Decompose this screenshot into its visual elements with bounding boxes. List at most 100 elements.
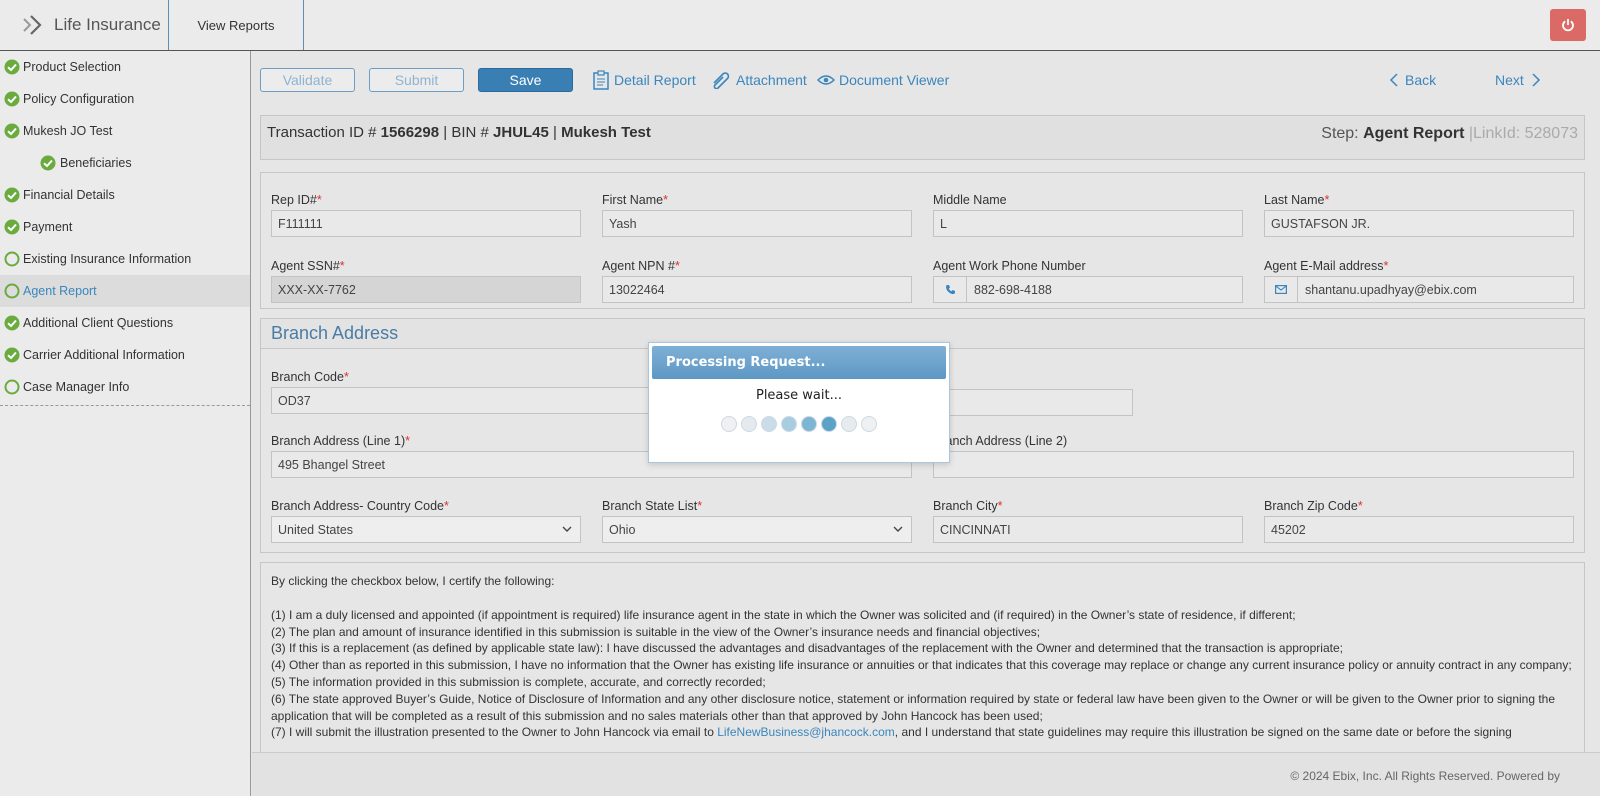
back-label: Back bbox=[1405, 72, 1437, 88]
document-viewer-link[interactable]: Document Viewer bbox=[817, 68, 949, 92]
rep-id-input[interactable]: F111111 bbox=[271, 210, 581, 237]
email-input[interactable]: shantanu.upadhyay@ebix.com bbox=[1264, 276, 1574, 303]
check-circle-icon bbox=[4, 187, 20, 203]
check-circle-icon bbox=[4, 91, 20, 107]
rep-id-field: Rep ID#* F111111 bbox=[271, 193, 581, 237]
sidebar-item-additional-client-questions[interactable]: Additional Client Questions bbox=[0, 307, 250, 339]
ssn-label: Agent SSN#* bbox=[271, 259, 345, 273]
chevron-left-icon bbox=[1389, 73, 1398, 87]
sidebar-item-label: Policy Configuration bbox=[23, 92, 135, 106]
empty-circle-icon bbox=[4, 283, 20, 299]
chevron-down-icon bbox=[893, 526, 903, 532]
transaction-info-bar: Transaction ID # 1566298 | BIN # JHUL45 … bbox=[260, 115, 1585, 160]
sidebar-item-mukesh-jo-test[interactable]: Mukesh JO Test bbox=[0, 115, 250, 147]
branch-city-input[interactable]: CINCINNATI bbox=[933, 516, 1243, 543]
sidebar-item-existing-insurance[interactable]: Existing Insurance Information bbox=[0, 243, 250, 275]
email-field: Agent E-Mail address* shantanu.upadhyay@… bbox=[1264, 259, 1574, 303]
loading-dot bbox=[781, 416, 797, 432]
bin-value: JHUL45 bbox=[493, 124, 549, 141]
save-button[interactable]: Save bbox=[478, 68, 573, 92]
branch-country-label: Branch Address- Country Code* bbox=[271, 499, 449, 513]
sidebar-divider bbox=[0, 405, 250, 406]
power-icon bbox=[1562, 19, 1574, 32]
footer: © 2024 Ebix, Inc. All Rights Reserved. P… bbox=[252, 752, 1600, 796]
last-name-label: Last Name* bbox=[1264, 193, 1330, 207]
branch-state-select[interactable]: Ohio bbox=[602, 516, 912, 543]
loading-dot bbox=[861, 416, 877, 432]
branch-zip-field: Branch Zip Code* 45202 bbox=[1264, 499, 1574, 543]
sidebar-item-financial-details[interactable]: Financial Details bbox=[0, 179, 250, 211]
empty-circle-icon bbox=[4, 251, 20, 267]
loading-dot bbox=[741, 416, 757, 432]
branch-country-field: Branch Address- Country Code* United Sta… bbox=[271, 499, 581, 543]
attachment-link[interactable]: Attachment bbox=[710, 68, 807, 92]
branch-zip-input[interactable]: 45202 bbox=[1264, 516, 1574, 543]
branch-city-field: Branch City* CINCINNATI bbox=[933, 499, 1243, 543]
chevron-down-icon bbox=[562, 526, 572, 532]
document-viewer-label: Document Viewer bbox=[839, 72, 950, 88]
branch-line2-input[interactable] bbox=[933, 451, 1574, 478]
detail-report-link[interactable]: Detail Report bbox=[592, 68, 696, 92]
chevrons-logo-icon bbox=[23, 15, 42, 35]
sidebar-item-agent-report[interactable]: Agent Report bbox=[0, 275, 250, 307]
sidebar-item-label: Financial Details bbox=[23, 188, 115, 202]
view-reports-link[interactable]: View Reports bbox=[169, 0, 304, 50]
branch-line2-field: Branch Address (Line 2) bbox=[933, 434, 1574, 478]
first-name-field: First Name* Yash bbox=[602, 193, 912, 237]
validate-button[interactable]: Validate bbox=[260, 68, 355, 92]
last-name-field: Last Name* GUSTAFSON JR. bbox=[1264, 193, 1574, 237]
step-name: Agent Report bbox=[1363, 125, 1465, 142]
phone-input[interactable]: 882-698-4188 bbox=[933, 276, 1243, 303]
agent-panel: Rep ID#* F111111 First Name* Yash Middle… bbox=[260, 172, 1585, 309]
sidebar-item-payment[interactable]: Payment bbox=[0, 211, 250, 243]
branch-country-select[interactable]: United States bbox=[271, 516, 581, 543]
logout-button[interactable] bbox=[1550, 9, 1586, 41]
first-name-input[interactable]: Yash bbox=[602, 210, 912, 237]
cert-intro: By clicking the checkbox below, I certif… bbox=[271, 574, 555, 588]
modal-message: Please wait... bbox=[755, 388, 843, 403]
npn-input[interactable]: 13022464 bbox=[602, 276, 912, 303]
certification-panel: By clicking the checkbox below, I certif… bbox=[260, 562, 1585, 752]
app-name: Life Insurance bbox=[54, 15, 161, 34]
back-link[interactable]: Back bbox=[1389, 68, 1436, 92]
cert-item: (3) If this is a replacement (as defined… bbox=[271, 641, 1343, 656]
app-header: Life Insurance View Reports bbox=[0, 0, 1600, 51]
sidebar-item-product-selection[interactable]: Product Selection bbox=[0, 51, 250, 83]
branch-code-label: Branch Code* bbox=[271, 370, 349, 384]
branch-state-label: Branch State List* bbox=[602, 499, 703, 513]
check-circle-icon bbox=[40, 155, 56, 171]
transaction-label: Transaction ID # bbox=[267, 124, 377, 141]
middle-name-input[interactable]: L bbox=[933, 210, 1243, 237]
branch-code-input[interactable]: OD37 bbox=[271, 387, 671, 414]
sidebar-item-policy-configuration[interactable]: Policy Configuration bbox=[0, 83, 250, 115]
client-name: Mukesh Test bbox=[561, 124, 651, 141]
phone-icon bbox=[934, 277, 967, 302]
loading-dot bbox=[841, 416, 857, 432]
loading-dot bbox=[821, 416, 837, 432]
sidebar-item-label: Product Selection bbox=[23, 60, 121, 74]
sidebar-item-beneficiaries[interactable]: Beneficiaries bbox=[0, 147, 250, 179]
sidebar-item-label: Case Manager Info bbox=[23, 380, 130, 394]
check-circle-icon bbox=[4, 347, 20, 363]
cert-item: (4) Other than as reported in this submi… bbox=[271, 658, 1572, 673]
email-link[interactable]: LifeNewBusiness@jhancock.com bbox=[717, 725, 895, 739]
chevron-right-icon bbox=[1532, 73, 1540, 87]
next-link[interactable]: Next bbox=[1495, 68, 1545, 92]
sidebar-item-case-manager-info[interactable]: Case Manager Info bbox=[0, 371, 250, 403]
first-name-label: First Name* bbox=[602, 193, 668, 207]
last-name-input[interactable]: GUSTAFSON JR. bbox=[1264, 210, 1574, 237]
ssn-field: Agent SSN#* XXX-XX-7762 bbox=[271, 259, 581, 303]
sidebar-item-carrier-additional-info[interactable]: Carrier Additional Information bbox=[0, 339, 250, 371]
sidebar-item-label: Carrier Additional Information bbox=[23, 348, 185, 362]
toolbar: Validate Submit Save Detail Report Attac… bbox=[252, 51, 1600, 103]
loading-dot bbox=[761, 416, 777, 432]
submit-button[interactable]: Submit bbox=[369, 68, 464, 92]
branch-extra-input[interactable] bbox=[933, 389, 1133, 416]
loading-spinner bbox=[649, 416, 949, 432]
phone-value: 882-698-4188 bbox=[974, 282, 1052, 297]
sidebar-item-label: Additional Client Questions bbox=[23, 316, 174, 330]
sidebar-item-label: Mukesh JO Test bbox=[23, 124, 113, 138]
transaction-info: Transaction ID # 1566298 | BIN # JHUL45 … bbox=[267, 124, 651, 141]
empty-circle-icon bbox=[4, 379, 20, 395]
brand[interactable]: Life Insurance bbox=[0, 0, 169, 50]
